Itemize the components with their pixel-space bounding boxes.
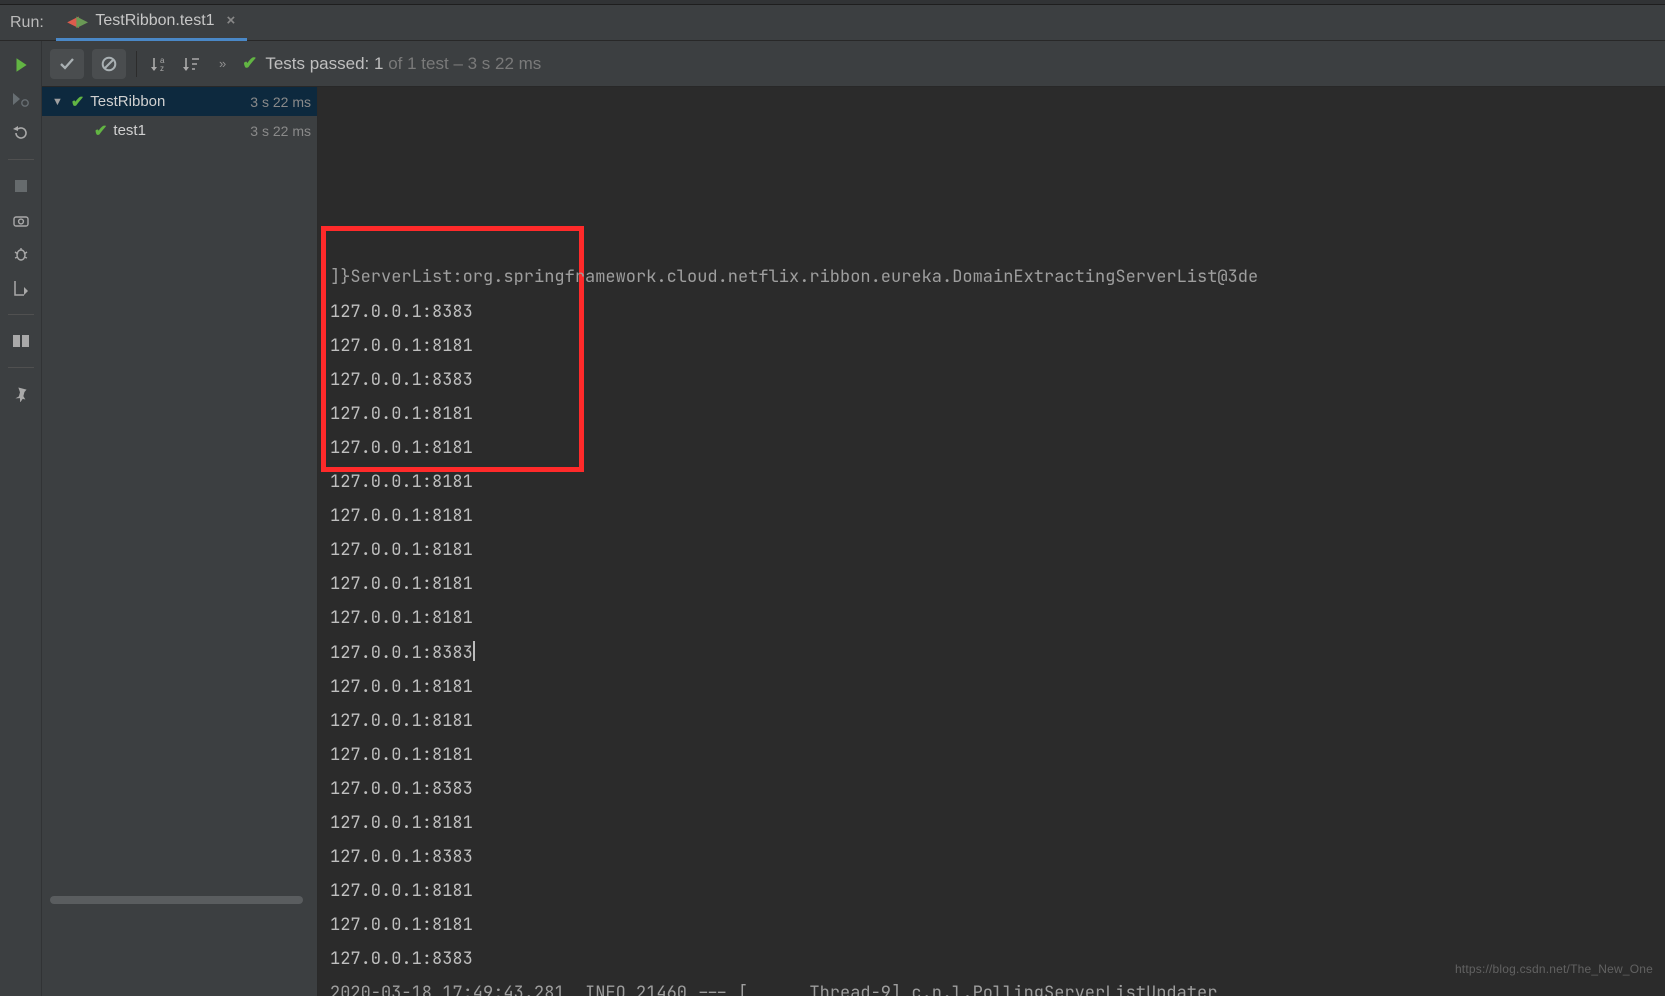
run-config-icon: ◀ ▶: [68, 13, 88, 30]
tree-root-time: 3 s 22 ms: [250, 94, 311, 110]
run-configuration-tab[interactable]: ◀ ▶ TestRibbon.test1 ×: [56, 5, 248, 41]
console-line: 127.0.0.1:8181: [318, 670, 1665, 704]
show-passed-button[interactable]: [50, 49, 84, 79]
left-tool-rail: [0, 41, 42, 996]
run-label: Run:: [0, 14, 56, 32]
test-tree-root[interactable]: ▼ ✔ TestRibbon 3 s 22 ms: [42, 87, 317, 116]
status-count: 1: [374, 54, 383, 73]
console-output[interactable]: https://blog.csdn.net/The_New_One ]}Serv…: [318, 87, 1665, 996]
check-icon: ✔: [71, 92, 84, 112]
toggle-auto-test-icon[interactable]: [9, 121, 33, 145]
test-tree[interactable]: ▼ ✔ TestRibbon 3 s 22 ms ✔ test1 3 s 22 …: [42, 87, 318, 996]
layout-icon[interactable]: [9, 329, 33, 353]
console-line: 127.0.0.1:8383: [318, 840, 1665, 874]
stop-icon[interactable]: [9, 174, 33, 198]
console-line: ]}ServerList:org.springframework.cloud.n…: [318, 260, 1665, 294]
status-mid-b: – 3 s 22 ms: [453, 54, 541, 73]
test-tree-item[interactable]: ✔ test1 3 s 22 ms: [42, 116, 317, 145]
console-line: 127.0.0.1:8181: [318, 431, 1665, 465]
console-line: 127.0.0.1:8181: [318, 738, 1665, 772]
status-mid-a: of 1 test: [388, 54, 448, 73]
collapse-icon[interactable]: ▼: [52, 96, 63, 108]
console-line: 127.0.0.1:8181: [318, 465, 1665, 499]
divider: [8, 367, 34, 368]
console-line: 127.0.0.1:8383: [318, 363, 1665, 397]
console-line: 127.0.0.1:8181: [318, 329, 1665, 363]
console-line: 127.0.0.1:8181: [318, 397, 1665, 431]
console-line: 127.0.0.1:8383: [318, 636, 1665, 670]
pin-icon[interactable]: [9, 382, 33, 406]
test-status: ✔ Tests passed: 1 of 1 test – 3 s 22 ms: [242, 53, 541, 74]
tree-item-label: test1: [113, 122, 242, 139]
check-icon: ✔: [242, 53, 257, 74]
test-toolbar: az » ✔ Tests passed: 1 of 1 test – 3 s 2…: [42, 41, 1665, 87]
tree-item-time: 3 s 22 ms: [250, 123, 311, 139]
scrollbar-thumb[interactable]: [50, 896, 303, 904]
tree-horizontal-scrollbar[interactable]: [42, 895, 317, 905]
rerun-failed-icon[interactable]: [9, 87, 33, 111]
export-icon[interactable]: [9, 276, 33, 300]
text-caret: [473, 641, 475, 661]
console-line: 127.0.0.1:8383: [318, 295, 1665, 329]
svg-text:z: z: [160, 64, 164, 73]
status-prefix: Tests passed:: [265, 54, 369, 73]
close-icon[interactable]: ×: [227, 12, 236, 29]
tab-label: TestRibbon.test1: [95, 12, 214, 30]
dump-threads-icon[interactable]: [9, 208, 33, 232]
console-line: 127.0.0.1:8181: [318, 567, 1665, 601]
console-line: 127.0.0.1:8181: [318, 806, 1665, 840]
show-ignored-button[interactable]: [92, 49, 126, 79]
console-line: 127.0.0.1:8181: [318, 908, 1665, 942]
separator: [136, 51, 137, 77]
run-tab-header: Run: ◀ ▶ TestRibbon.test1 ×: [0, 5, 1665, 41]
watermark: https://blog.csdn.net/The_New_One: [1455, 952, 1653, 986]
console-line: 127.0.0.1:8181: [318, 704, 1665, 738]
console-line: 127.0.0.1:8181: [318, 874, 1665, 908]
divider: [8, 314, 34, 315]
divider: [8, 159, 34, 160]
console-line: 127.0.0.1:8383: [318, 772, 1665, 806]
sort-alpha-icon[interactable]: az: [147, 52, 171, 76]
console-line: 127.0.0.1:8181: [318, 499, 1665, 533]
expand-chevron-icon[interactable]: »: [211, 56, 230, 71]
console-line: 127.0.0.1:8181: [318, 533, 1665, 567]
rerun-icon[interactable]: [9, 53, 33, 77]
console-line: 127.0.0.1:8181: [318, 601, 1665, 635]
debug-icon[interactable]: [9, 242, 33, 266]
check-icon: ✔: [94, 121, 107, 141]
sort-duration-icon[interactable]: [179, 52, 203, 76]
tree-root-label: TestRibbon: [90, 93, 242, 110]
